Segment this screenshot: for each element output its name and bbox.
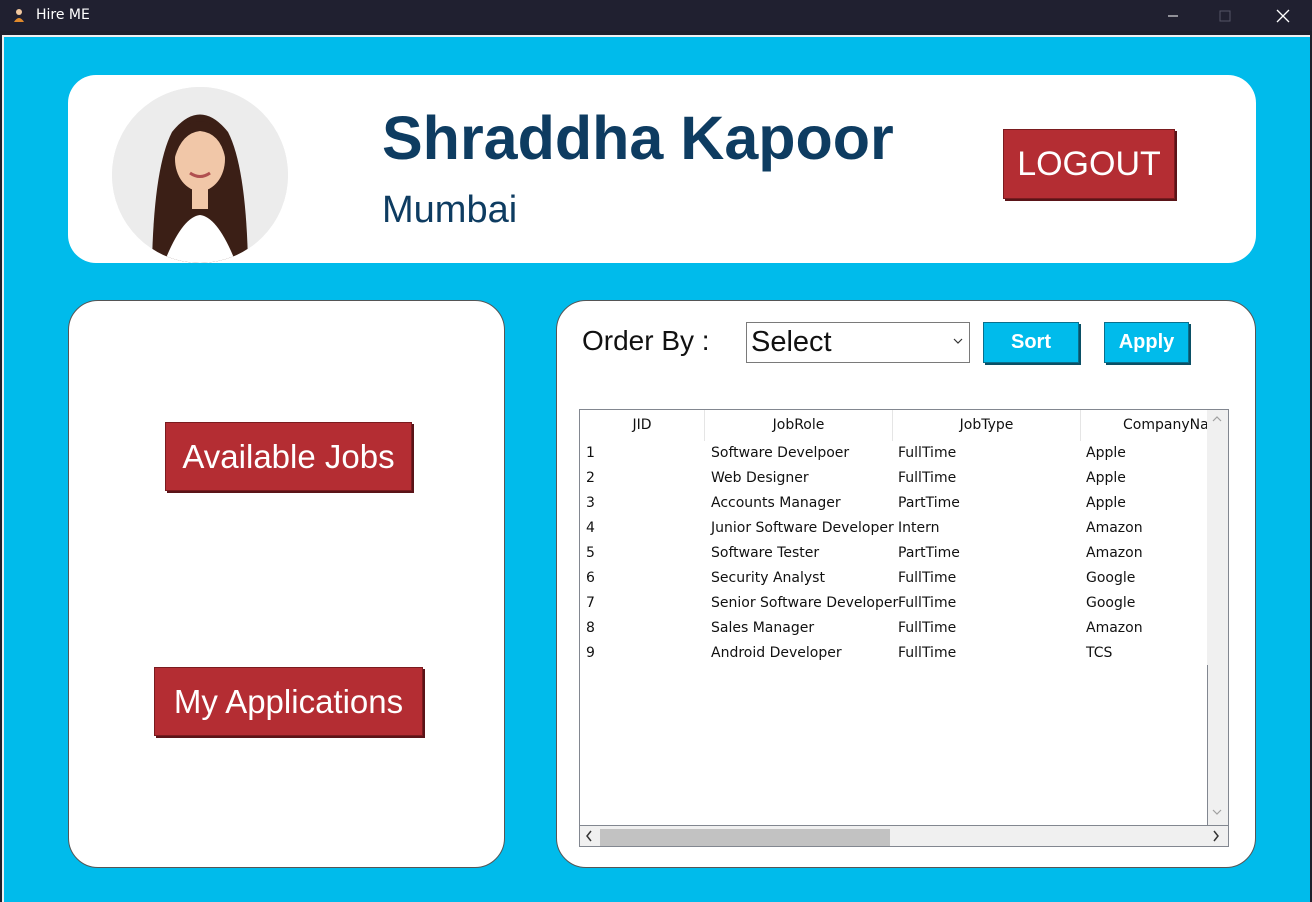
scroll-up-icon[interactable] bbox=[1212, 415, 1222, 423]
close-icon bbox=[1276, 9, 1290, 22]
table-row[interactable]: 6 Security Analyst FullTime Google bbox=[580, 567, 1208, 592]
navigation-card: Available Jobs My Applications bbox=[68, 300, 505, 868]
apply-button[interactable]: Apply bbox=[1104, 322, 1189, 363]
cell-jid: 6 bbox=[586, 570, 595, 586]
chevron-down-icon bbox=[953, 338, 963, 344]
cell-jid: 8 bbox=[586, 620, 595, 636]
cell-jid: 2 bbox=[586, 470, 595, 486]
cell-jid: 3 bbox=[586, 495, 595, 511]
table-header: JID JobRole JobType CompanyName bbox=[580, 410, 1208, 441]
cell-jobtype: FullTime bbox=[898, 645, 957, 661]
cell-jobrole: Security Analyst bbox=[711, 570, 825, 586]
logout-button[interactable]: LOGOUT bbox=[1003, 129, 1175, 199]
cell-jid: 9 bbox=[586, 645, 595, 661]
table-row[interactable]: 9 Android Developer FullTime TCS bbox=[580, 642, 1208, 667]
cell-jid: 1 bbox=[586, 445, 595, 461]
cell-jobtype: PartTime bbox=[898, 545, 960, 561]
cell-companyname: Amazon bbox=[1086, 545, 1143, 561]
cell-companyname: Apple bbox=[1086, 495, 1126, 511]
cell-jid: 5 bbox=[586, 545, 595, 561]
table-row[interactable]: 5 Software Tester PartTime Amazon bbox=[580, 542, 1208, 567]
maximize-button[interactable] bbox=[1202, 0, 1248, 31]
cell-jobrole: Accounts Manager bbox=[711, 495, 841, 511]
horizontal-scroll-thumb[interactable] bbox=[600, 829, 890, 846]
window-title: Hire ME bbox=[36, 7, 90, 23]
cell-companyname: Amazon bbox=[1086, 520, 1143, 536]
profile-card: Shraddha Kapoor Mumbai LOGOUT bbox=[68, 75, 1256, 263]
title-bar: Hire ME bbox=[0, 0, 1312, 31]
column-header-jobtype[interactable]: JobType bbox=[893, 410, 1081, 441]
user-name: Shraddha Kapoor bbox=[382, 104, 894, 172]
table-row[interactable]: 8 Sales Manager FullTime Amazon bbox=[580, 617, 1208, 642]
cell-jobtype: FullTime bbox=[898, 570, 957, 586]
user-city: Mumbai bbox=[382, 189, 518, 231]
cell-companyname: Google bbox=[1086, 570, 1136, 586]
jobs-table[interactable]: JID JobRole JobType CompanyName 1 Softwar… bbox=[579, 409, 1229, 847]
jobs-panel: Order By : Select Sort Apply JID JobRole… bbox=[556, 300, 1256, 868]
cell-jobrole: Senior Software Developer bbox=[711, 595, 899, 611]
avatar bbox=[112, 87, 288, 263]
main-window: Shraddha Kapoor Mumbai LOGOUT Available … bbox=[2, 35, 1310, 902]
cell-companyname: Google bbox=[1086, 595, 1136, 611]
table-row[interactable]: 3 Accounts Manager PartTime Apple bbox=[580, 492, 1208, 517]
scroll-right-icon[interactable] bbox=[1212, 830, 1220, 842]
table-row[interactable]: 1 Software Develpoer FullTime Apple bbox=[580, 442, 1208, 467]
cell-jobtype: FullTime bbox=[898, 445, 957, 461]
cell-jobtype: Intern bbox=[898, 520, 940, 536]
cell-jobtype: FullTime bbox=[898, 620, 957, 636]
horizontal-scrollbar[interactable] bbox=[580, 825, 1228, 846]
column-header-companyname[interactable]: CompanyName bbox=[1081, 410, 1208, 441]
cell-jobtype: FullTime bbox=[898, 470, 957, 486]
cell-jid: 7 bbox=[586, 595, 595, 611]
cell-companyname: Apple bbox=[1086, 470, 1126, 486]
vertical-scrollbar[interactable] bbox=[1207, 410, 1228, 825]
order-by-dropdown[interactable]: Select bbox=[746, 322, 970, 363]
user-person-icon bbox=[14, 9, 24, 22]
cell-jid: 4 bbox=[586, 520, 595, 536]
cell-jobrole: Software Tester bbox=[711, 545, 820, 561]
cell-companyname: Apple bbox=[1086, 445, 1126, 461]
order-by-label: Order By : bbox=[582, 325, 710, 356]
cell-jobrole: Web Designer bbox=[711, 470, 809, 486]
cell-jobtype: FullTime bbox=[898, 595, 957, 611]
table-row[interactable]: 7 Senior Software Developer FullTime Google bbox=[580, 592, 1208, 617]
my-applications-button[interactable]: My Applications bbox=[154, 667, 423, 736]
cell-companyname: Amazon bbox=[1086, 620, 1143, 636]
avatar-photo bbox=[112, 87, 288, 263]
close-button[interactable] bbox=[1260, 0, 1306, 31]
column-header-jobrole[interactable]: JobRole bbox=[705, 410, 893, 441]
cell-jobrole: Sales Manager bbox=[711, 620, 815, 636]
column-header-jid[interactable]: JID bbox=[580, 410, 705, 441]
order-by-value: Select bbox=[751, 326, 832, 358]
cell-jobrole: Junior Software Developer bbox=[711, 520, 894, 536]
scroll-down-icon[interactable] bbox=[1212, 808, 1222, 816]
available-jobs-button[interactable]: Available Jobs bbox=[165, 422, 412, 491]
sort-button[interactable]: Sort bbox=[983, 322, 1079, 363]
minimize-button[interactable] bbox=[1150, 0, 1196, 31]
cell-jobrole: Android Developer bbox=[711, 645, 842, 661]
scroll-left-icon[interactable] bbox=[585, 830, 593, 842]
cell-jobrole: Software Develpoer bbox=[711, 445, 850, 461]
table-row[interactable]: 2 Web Designer FullTime Apple bbox=[580, 467, 1208, 492]
minimize-icon bbox=[1168, 15, 1178, 16]
scrollbar-track-edge bbox=[1207, 665, 1208, 825]
cell-jobtype: PartTime bbox=[898, 495, 960, 511]
cell-companyname: TCS bbox=[1086, 645, 1113, 661]
table-row[interactable]: 4 Junior Software Developer Intern Amazon bbox=[580, 517, 1208, 542]
maximize-icon bbox=[1219, 10, 1231, 21]
